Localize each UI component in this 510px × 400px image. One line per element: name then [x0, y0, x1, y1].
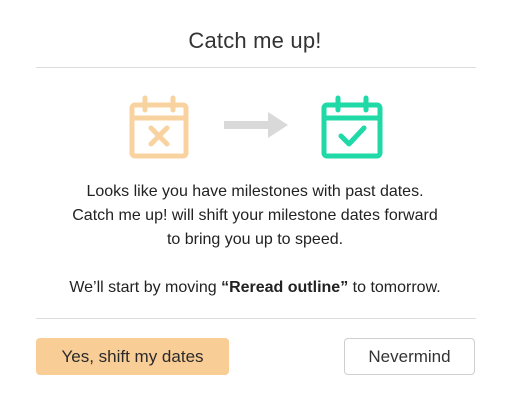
- calendar-x-icon: [129, 95, 189, 159]
- top-divider: [36, 67, 476, 68]
- shift-dates-button[interactable]: Yes, shift my dates: [36, 338, 229, 375]
- illustration: [0, 92, 510, 162]
- arrow-right-icon: [224, 112, 288, 138]
- message-line-4: We’ll start by moving “Reread outline” t…: [0, 276, 510, 300]
- message-line-4-prefix: We’ll start by moving: [69, 279, 222, 296]
- dialog-title: Catch me up!: [188, 28, 322, 53]
- message-line-1: Looks like you have milestones with past…: [86, 183, 424, 200]
- message-line-3: to bring you up to speed.: [166, 231, 344, 248]
- calendar-check-icon: [321, 95, 383, 159]
- message-line-2: Catch me up! will shift your milestone d…: [72, 207, 438, 224]
- catch-up-dialog: Catch me up! Looks like you have milesto…: [0, 0, 510, 400]
- message-line-4-suffix: to tomorrow.: [348, 279, 441, 296]
- milestone-name: “Reread outline”: [221, 279, 349, 296]
- bottom-divider: [36, 318, 476, 319]
- nevermind-button[interactable]: Nevermind: [344, 338, 475, 375]
- dialog-message: Looks like you have milestones with past…: [0, 180, 510, 300]
